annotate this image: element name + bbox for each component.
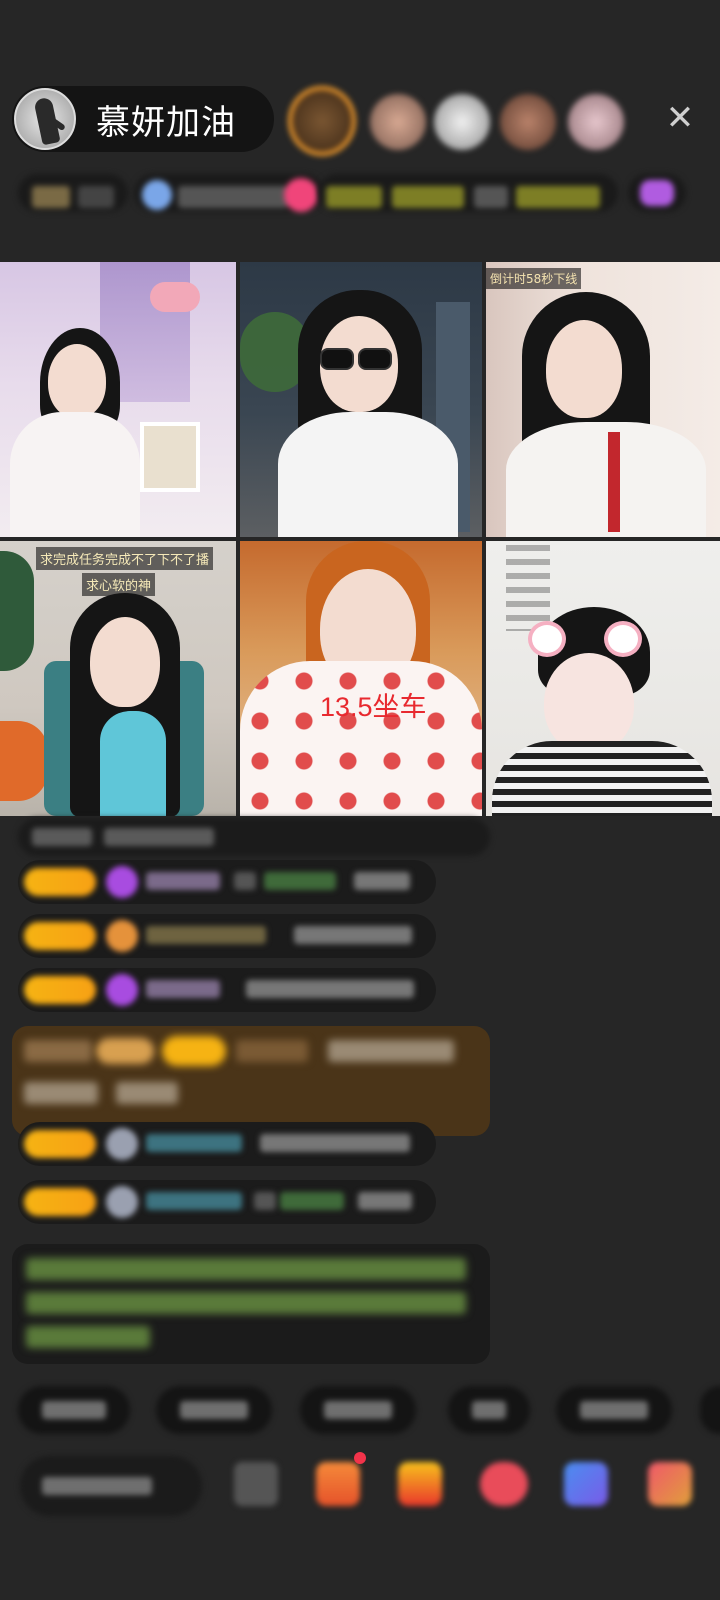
video-tile-1[interactable]	[0, 262, 236, 537]
fans-chip[interactable]	[134, 174, 324, 212]
highlight-message[interactable]	[12, 1026, 490, 1136]
gem-chip[interactable]	[628, 174, 686, 212]
video-tile-6[interactable]	[486, 541, 720, 816]
user-avatar	[106, 1128, 138, 1160]
game-icon[interactable]	[564, 1462, 608, 1506]
video-tile-2[interactable]	[240, 262, 482, 537]
emoji-icon[interactable]	[234, 1462, 278, 1506]
tile-caption: 倒计时58秒下线	[486, 268, 582, 289]
close-icon[interactable]: ✕	[662, 100, 698, 136]
hot-tags[interactable]	[318, 174, 618, 212]
level-badge	[24, 1188, 96, 1216]
video-tile-3[interactable]: 倒计时58秒下线	[486, 262, 720, 537]
level-badge	[24, 976, 96, 1004]
chat-message[interactable]	[18, 968, 436, 1012]
viewer-avatar[interactable]	[288, 86, 356, 156]
fan-badge-icon	[106, 920, 138, 952]
gem-icon	[106, 866, 138, 898]
treasure-icon[interactable]	[398, 1462, 442, 1506]
more-icon[interactable]	[648, 1462, 692, 1506]
lucky-icon[interactable]	[480, 1462, 528, 1506]
video-tile-4[interactable]: 求完成任务完成不了下不了播 求心软的神	[0, 541, 236, 816]
host-avatar[interactable]	[14, 88, 76, 150]
viewer-avatar[interactable]	[370, 94, 426, 150]
gift-icon[interactable]	[316, 1462, 360, 1506]
rank-chip[interactable]	[18, 174, 128, 212]
quick-reply-chip[interactable]	[556, 1386, 672, 1434]
system-notice	[12, 1244, 490, 1364]
chat-message[interactable]	[18, 1122, 436, 1166]
notification-dot	[354, 1452, 366, 1464]
video-overlay-text: 13.5坐车	[320, 692, 427, 722]
level-badge	[24, 922, 96, 950]
chat-message[interactable]	[18, 818, 490, 856]
host-name: 慕妍加油	[96, 102, 236, 143]
user-avatar	[106, 1186, 138, 1218]
quick-reply-chip[interactable]	[300, 1386, 416, 1434]
video-grid: 倒计时58秒下线 求完成任务完成不了下不了播 求心软的神 13.5坐车	[0, 262, 720, 816]
quick-reply-chip[interactable]	[18, 1386, 130, 1434]
quick-reply-chip[interactable]	[156, 1386, 272, 1434]
tile-caption-top: 求完成任务完成不了下不了播	[36, 547, 214, 570]
chat-message[interactable]	[18, 860, 436, 904]
quick-reply-chip[interactable]	[700, 1386, 720, 1434]
quick-reply-chip[interactable]	[448, 1386, 530, 1434]
viewer-avatar[interactable]	[500, 94, 556, 150]
gem-icon	[106, 974, 138, 1006]
viewer-avatar[interactable]	[568, 94, 624, 150]
chat-input[interactable]	[20, 1456, 202, 1516]
viewer-avatar[interactable]	[434, 94, 490, 150]
level-badge	[24, 868, 96, 896]
host-info-pill[interactable]: 慕妍加油	[12, 86, 274, 152]
chat-message[interactable]	[18, 1180, 436, 1224]
room-info-bar	[18, 170, 686, 216]
level-badge	[24, 1130, 96, 1158]
video-tile-5[interactable]: 13.5坐车	[240, 541, 482, 816]
top-viewers	[288, 86, 648, 156]
chat-message[interactable]	[18, 914, 436, 958]
